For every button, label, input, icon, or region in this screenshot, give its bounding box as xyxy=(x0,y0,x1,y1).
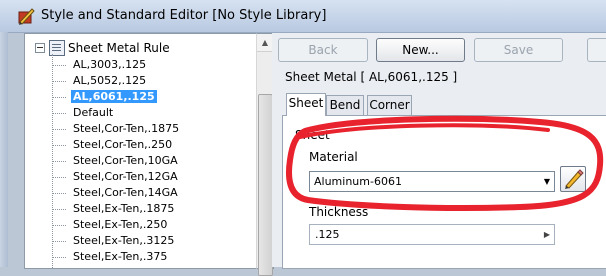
tree-item[interactable]: Steel,Cor-Ten,12GA xyxy=(52,169,180,185)
tab-corner[interactable]: Corner xyxy=(367,95,412,115)
tree-collapse-icon[interactable] xyxy=(35,43,45,53)
save-button[interactable]: Save xyxy=(474,38,563,62)
tree-item[interactable]: AL,3003,.125 xyxy=(52,57,148,73)
chevron-down-icon[interactable]: ▼ xyxy=(544,172,550,191)
tree-item[interactable]: Steel,Ex-Ten,.1875 xyxy=(52,201,176,217)
window-frame-edge xyxy=(0,32,8,267)
sheet-group-label: Sheet xyxy=(295,128,330,142)
tree-root-label: Sheet Metal Rule xyxy=(68,41,170,55)
tree-item-label: Steel,Cor-Ten,.1875 xyxy=(73,122,180,135)
tree-item[interactable]: Steel,Ex-Ten,.375 xyxy=(52,249,169,265)
tab-bend[interactable]: Bend xyxy=(326,95,364,115)
tree-item-label: Steel,Ex-Ten,.250 xyxy=(73,218,168,231)
tab-sheet[interactable]: Sheet xyxy=(286,93,326,116)
tree-item-label: Steel,Cor-Ten,10GA xyxy=(73,154,178,167)
material-dropdown[interactable]: Aluminum-6061 ▼ xyxy=(309,171,555,192)
thickness-field[interactable]: .125 ▶ xyxy=(309,224,555,245)
tree-item[interactable]: Default xyxy=(52,105,115,121)
tree-item[interactable]: Steel,Cor-Ten,.250 xyxy=(52,137,174,153)
material-value: Aluminum-6061 xyxy=(314,175,402,188)
pencil-icon xyxy=(565,169,584,189)
tree-item-label: Steel,Ex-Ten,.1875 xyxy=(73,202,175,215)
material-label: Material xyxy=(309,150,358,164)
thickness-value: .125 xyxy=(315,228,340,241)
tree-item-label: Steel,Cor-Ten,14GA xyxy=(73,186,178,199)
tab-panel-sheet xyxy=(282,115,606,269)
thickness-label: Thickness xyxy=(309,205,369,219)
style-editor-icon xyxy=(16,6,36,26)
back-button[interactable]: Back xyxy=(278,38,368,62)
expand-arrow-icon[interactable]: ▶ xyxy=(544,225,550,244)
tree-item-label: Steel,Cor-Ten,.250 xyxy=(73,138,173,151)
tree-item-label: Default xyxy=(73,106,114,119)
tree-item-label: Steel,Ex-Ten,.3125 xyxy=(73,234,175,247)
tree-item[interactable]: Steel,Cor-Ten,10GA xyxy=(52,153,180,169)
tree-item-selected[interactable]: AL,6061,.125 xyxy=(52,89,157,105)
scroll-up-arrow-icon[interactable]: ▲ xyxy=(257,34,273,52)
edit-material-button[interactable] xyxy=(560,166,586,192)
tree-item[interactable]: Steel,Ex-Ten,.3125 xyxy=(52,233,176,249)
style-tree[interactable]: Sheet Metal Rule AL,3003,.125 AL,5052,.1… xyxy=(24,33,257,269)
tree-item-label: Steel,Ex-Ten,.375 xyxy=(73,250,168,263)
tree-item-label: AL,5052,.125 xyxy=(73,74,147,87)
partial-toolbar-button[interactable] xyxy=(587,38,606,62)
tree-item[interactable]: Steel,Cor-Ten,14GA xyxy=(52,185,180,201)
tree-item[interactable]: Steel,Cor-Ten,.1875 xyxy=(52,121,181,137)
window-title: Style and Standard Editor [No Style Libr… xyxy=(41,8,327,23)
tree-item-label: AL,6061,.125 xyxy=(71,90,157,103)
style-header: Sheet Metal [ AL,6061,.125 ] xyxy=(285,70,458,84)
tree-item-label: AL,3003,.125 xyxy=(73,58,147,71)
style-detail-panel: Back New... Save Sheet Metal [ AL,6061,.… xyxy=(272,33,606,269)
scroll-thumb[interactable] xyxy=(258,94,273,276)
new-button[interactable]: New... xyxy=(376,38,465,62)
title-bar: Style and Standard Editor [No Style Libr… xyxy=(0,0,606,33)
tree-item-label: Steel,Cor-Ten,12GA xyxy=(73,170,178,183)
tree-item[interactable]: AL,5052,.125 xyxy=(52,73,148,89)
tree-item[interactable]: Steel,Ex-Ten,.250 xyxy=(52,217,169,233)
